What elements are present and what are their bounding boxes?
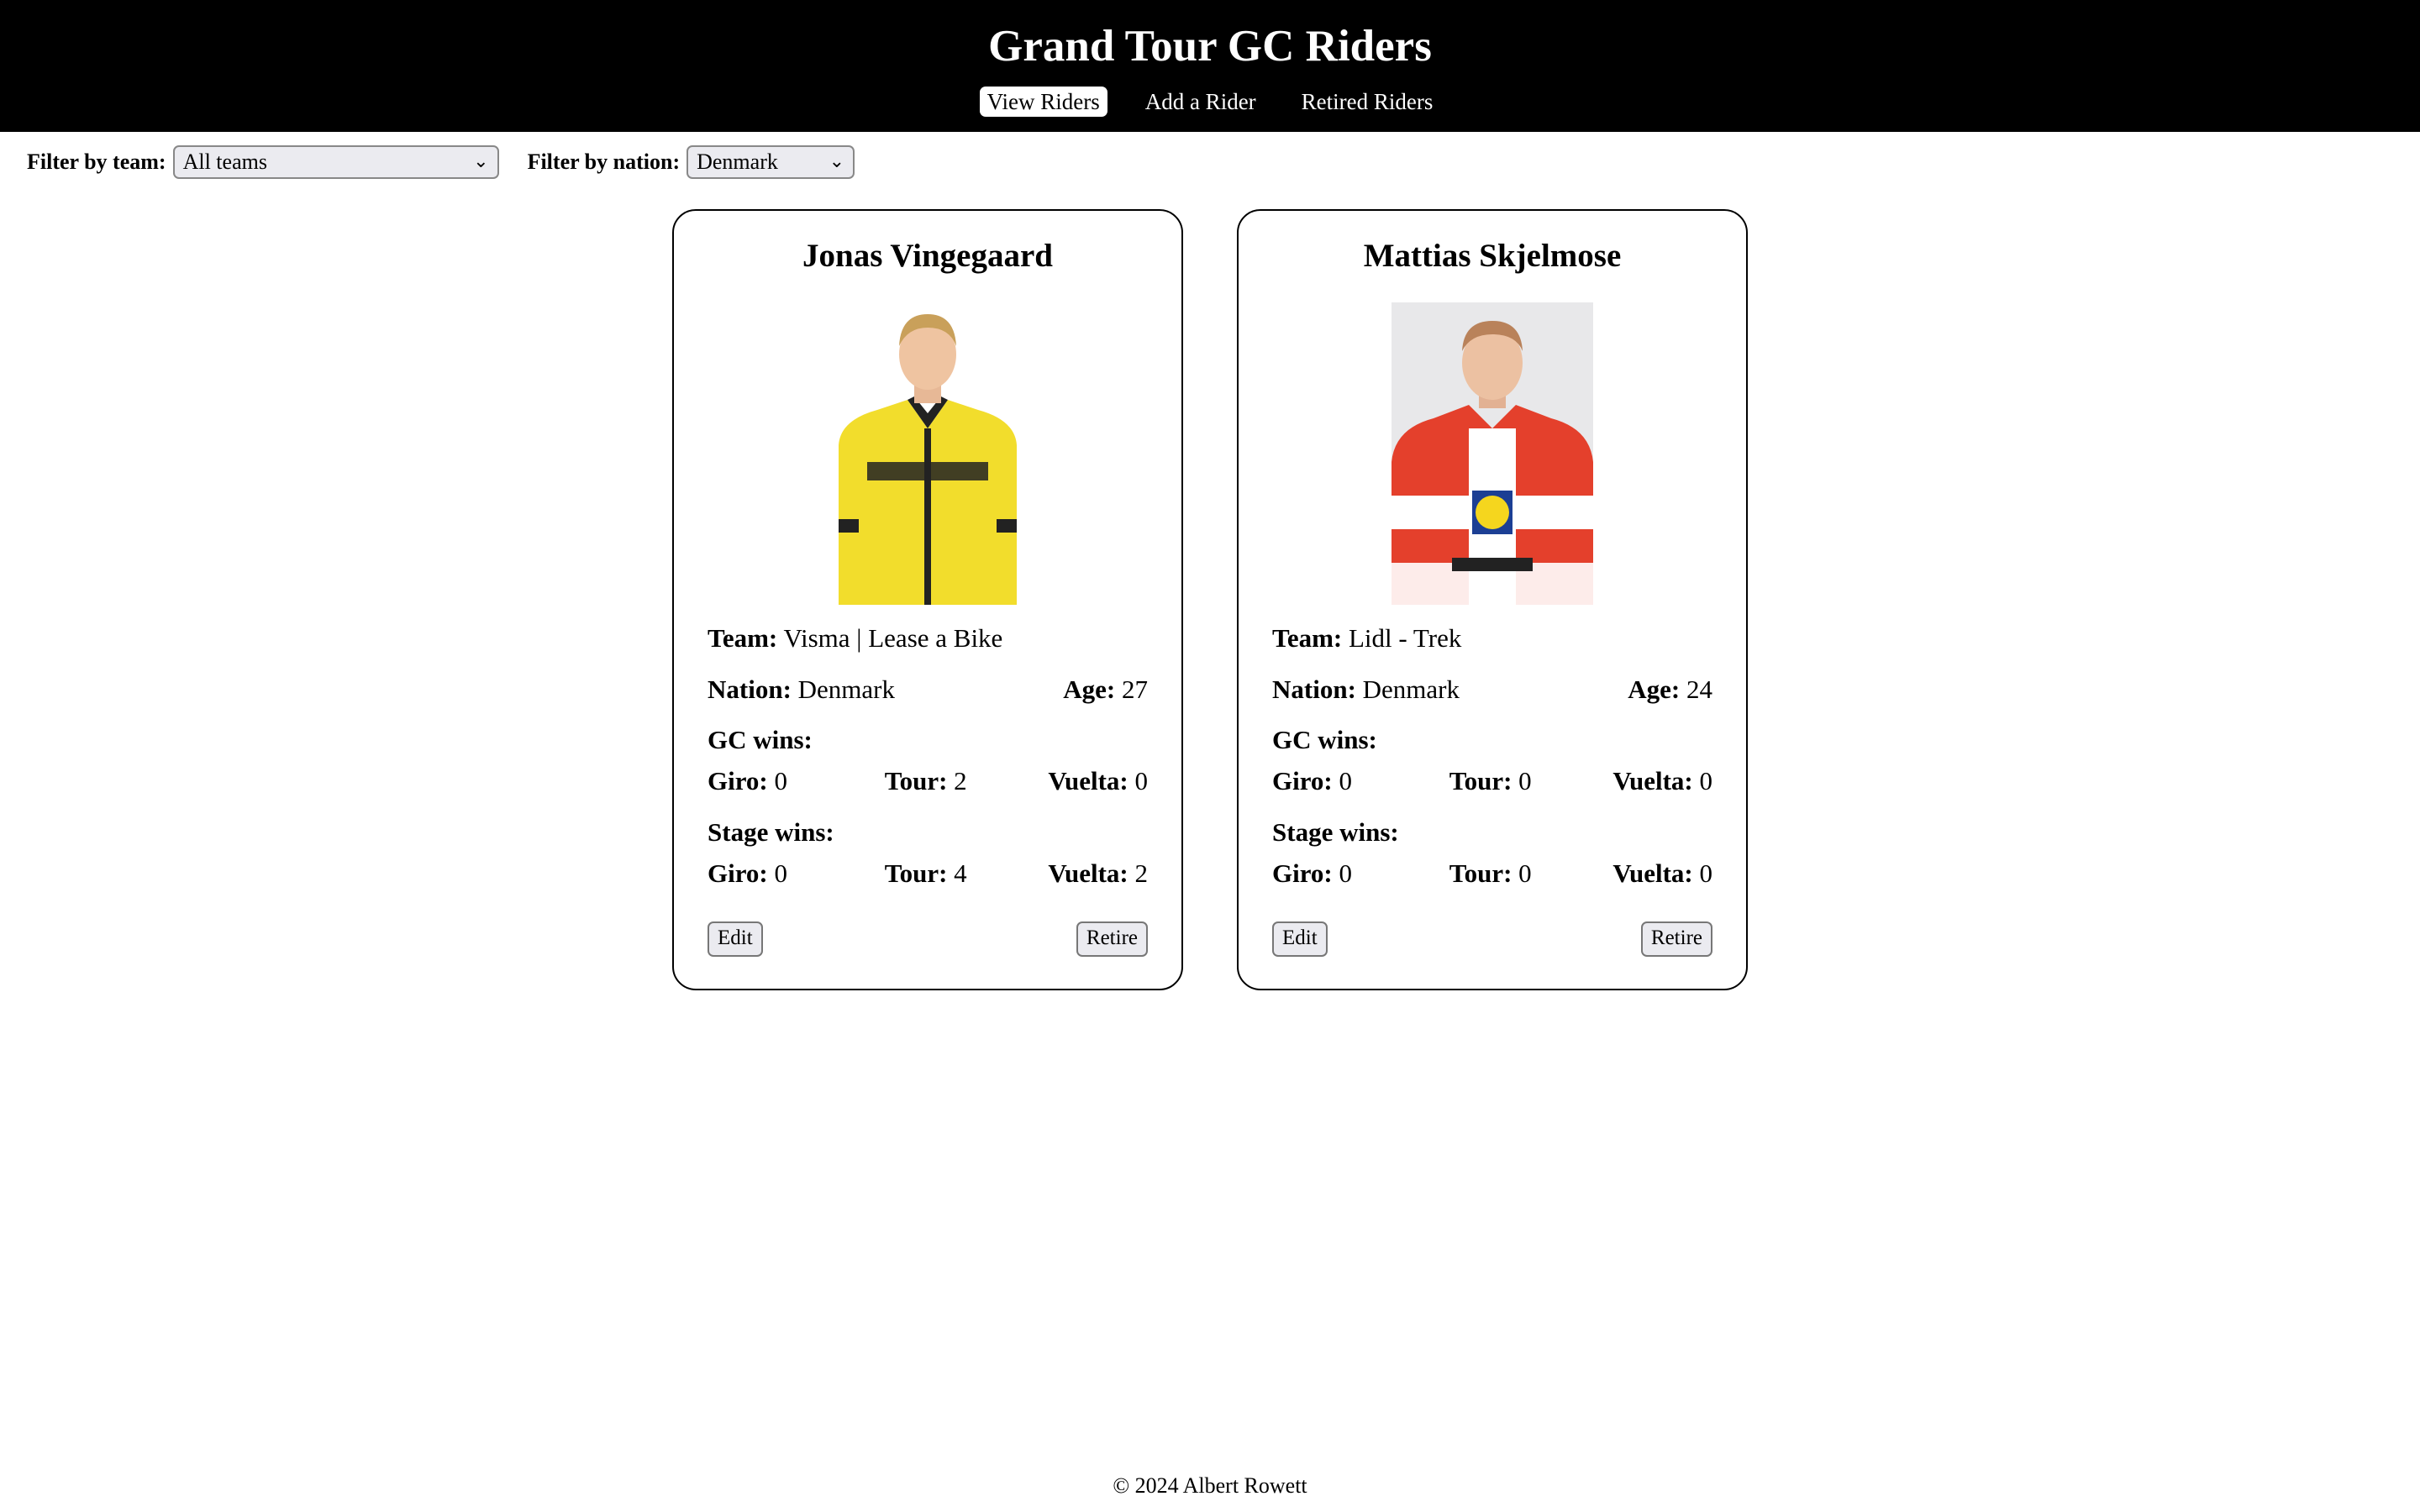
rider-name: Mattias Skjelmose xyxy=(1363,238,1622,274)
rider-age: 27 xyxy=(1122,675,1148,704)
chevron-down-icon: ⌄ xyxy=(829,151,845,172)
team-label: Team: xyxy=(1272,623,1343,653)
rider-photo xyxy=(1392,302,1593,605)
footer-copyright: © 2024 Albert Rowett xyxy=(1113,1473,1307,1498)
stage-giro: 0 xyxy=(774,858,788,888)
stage-vuelta: 2 xyxy=(1134,858,1148,888)
edit-button[interactable]: Edit xyxy=(708,921,763,957)
nation-filter-value: Denmark xyxy=(697,150,778,174)
nav-add-rider[interactable]: Add a Rider xyxy=(1138,87,1264,117)
stage-vuelta: 0 xyxy=(1699,858,1712,888)
team-filter-value: All teams xyxy=(182,150,267,174)
retire-button[interactable]: Retire xyxy=(1076,921,1148,957)
age-label: Age: xyxy=(1628,675,1681,704)
stage-wins-heading: Stage wins: xyxy=(708,817,834,847)
stage-wins-heading: Stage wins: xyxy=(1272,817,1399,847)
team-filter-label: Filter by team: xyxy=(27,150,166,174)
rider-nation-row: Nation: Denmark Age: 27 xyxy=(708,674,1148,706)
gc-tour: 2 xyxy=(954,766,967,795)
rider-portrait-image xyxy=(1392,302,1593,605)
rider-card: Jonas Vingegaard Team: Visma | Lease a B… xyxy=(672,209,1183,990)
edit-button[interactable]: Edit xyxy=(1272,921,1328,957)
rider-nation: Denmark xyxy=(1362,675,1460,704)
nav-retired-riders[interactable]: Retired Riders xyxy=(1294,87,1441,117)
rider-team-row: Team: Visma | Lease a Bike xyxy=(708,622,1148,654)
rider-team: Lidl - Trek xyxy=(1349,623,1462,653)
age-label: Age: xyxy=(1063,675,1116,704)
gc-wins-heading: GC wins: xyxy=(1272,725,1377,754)
gc-wins-row: Giro: 0 Tour: 0 Vuelta: 0 xyxy=(1272,766,1712,795)
main-nav: View Riders Add a Rider Retired Riders xyxy=(0,87,2420,117)
nav-view-riders[interactable]: View Riders xyxy=(979,87,1107,117)
gc-wins-heading: GC wins: xyxy=(708,725,813,754)
nation-filter-select[interactable]: Denmark ⌄ xyxy=(687,145,855,179)
rider-team-row: Team: Lidl - Trek xyxy=(1272,622,1712,654)
stage-tour: 0 xyxy=(1518,858,1532,888)
filter-bar: Filter by team: All teams ⌄ Filter by na… xyxy=(27,144,855,180)
rider-name: Jonas Vingegaard xyxy=(802,238,1053,274)
site-header: Grand Tour GC Riders View Riders Add a R… xyxy=(0,0,2420,132)
stage-tour: 4 xyxy=(954,858,967,888)
rider-photo xyxy=(827,302,1028,605)
team-filter-select[interactable]: All teams ⌄ xyxy=(172,145,499,179)
gc-tour: 0 xyxy=(1518,766,1532,795)
gc-vuelta: 0 xyxy=(1699,766,1712,795)
rider-nation-row: Nation: Denmark Age: 24 xyxy=(1272,674,1712,706)
nation-filter-label: Filter by nation: xyxy=(527,150,681,174)
gc-wins-row: Giro: 0 Tour: 2 Vuelta: 0 xyxy=(708,766,1148,795)
stage-wins-row: Giro: 0 Tour: 0 Vuelta: 0 xyxy=(1272,858,1712,888)
stage-giro: 0 xyxy=(1339,858,1353,888)
retire-button[interactable]: Retire xyxy=(1640,921,1712,957)
stage-wins-row: Giro: 0 Tour: 4 Vuelta: 2 xyxy=(708,858,1148,888)
gc-giro: 0 xyxy=(1339,766,1353,795)
rider-age: 24 xyxy=(1686,675,1712,704)
gc-giro: 0 xyxy=(774,766,788,795)
chevron-down-icon: ⌄ xyxy=(473,151,489,172)
rider-portrait-image xyxy=(827,302,1028,605)
rider-nation: Denmark xyxy=(797,675,895,704)
gc-vuelta: 0 xyxy=(1134,766,1148,795)
team-label: Team: xyxy=(708,623,778,653)
rider-card: Mattias Skjelmose Team: Lidl - Trek Nati… xyxy=(1237,209,1748,990)
nation-label: Nation: xyxy=(1272,675,1356,704)
site-title: Grand Tour GC Riders xyxy=(988,22,1432,71)
nation-label: Nation: xyxy=(708,675,792,704)
rider-team: Visma | Lease a Bike xyxy=(783,623,1003,653)
